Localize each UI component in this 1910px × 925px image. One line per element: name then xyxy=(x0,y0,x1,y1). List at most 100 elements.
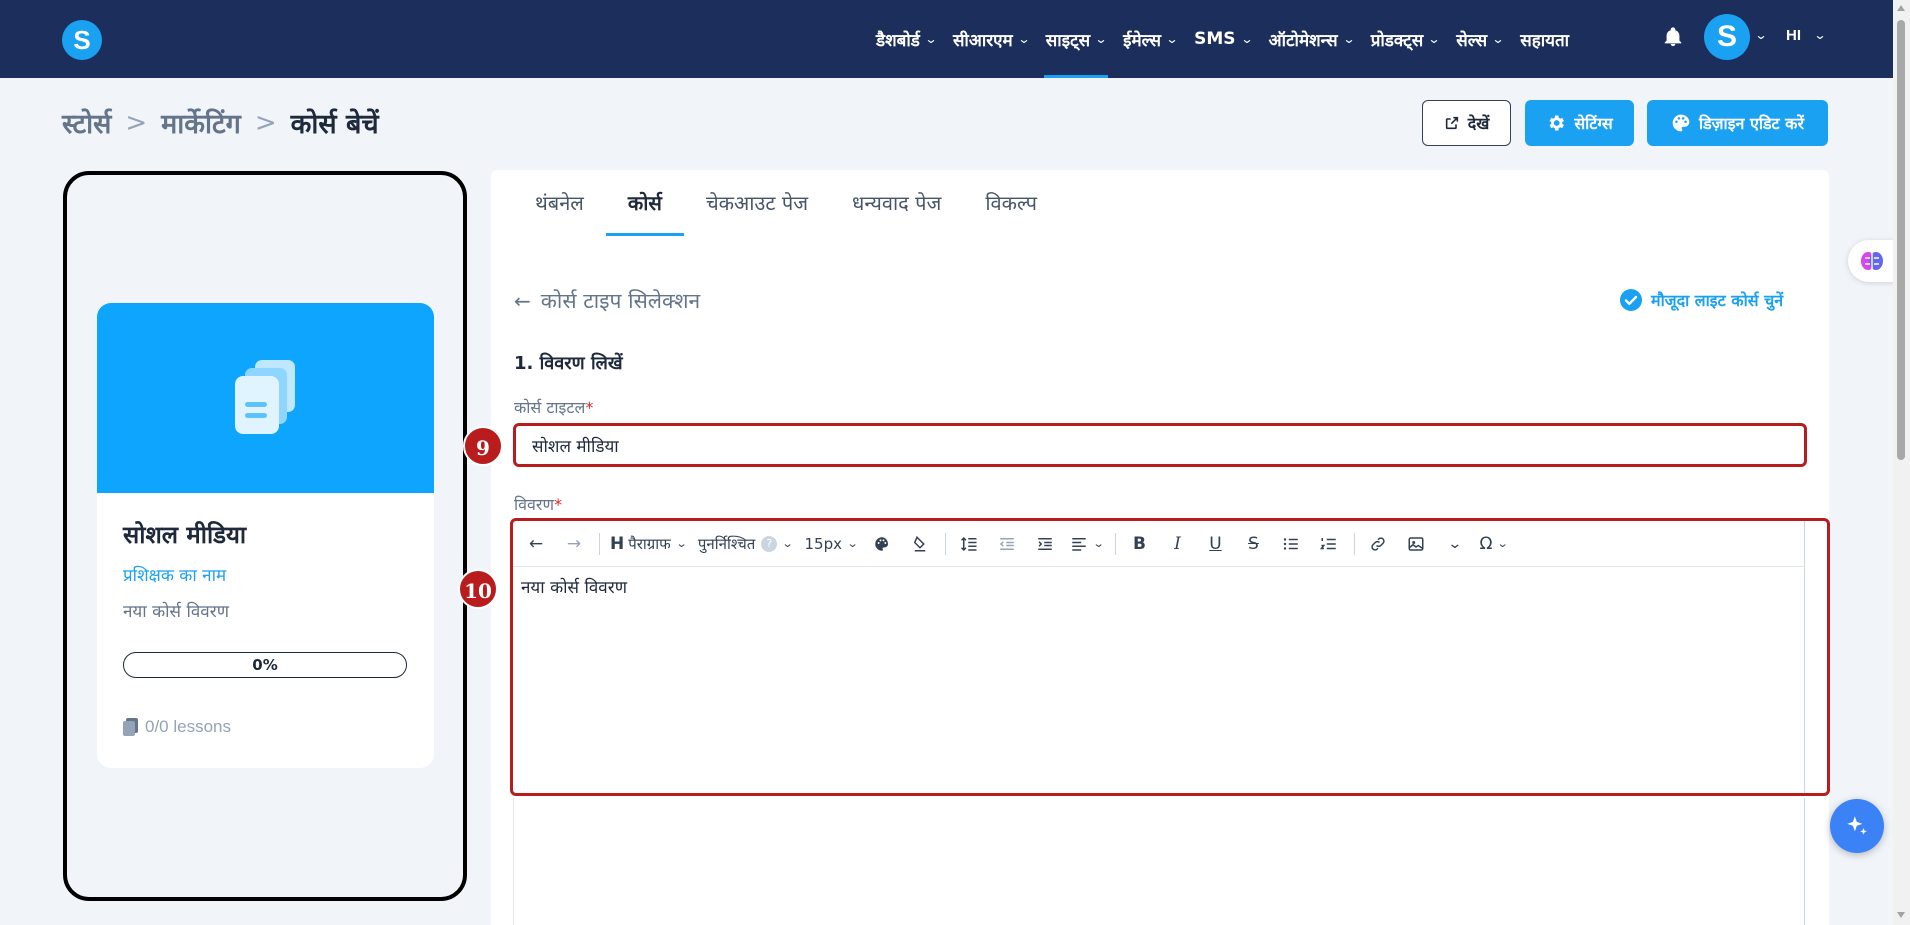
external-link-icon xyxy=(1445,116,1458,130)
palette-icon xyxy=(1672,114,1690,132)
chevron-down-icon: ⌄ xyxy=(924,32,938,46)
nav-automations[interactable]: ऑटोमेशन्स ⌄ xyxy=(1269,0,1356,78)
required-asterisk: * xyxy=(554,495,563,514)
reuse-dropdown-label: पुनर्निश्चित xyxy=(697,534,756,553)
nav-products-label: प्रोडक्ट्स xyxy=(1370,30,1424,51)
ai-assistant-button[interactable] xyxy=(1830,799,1884,853)
settings-button-label: सेटिंग्स xyxy=(1574,114,1613,133)
course-title-input[interactable]: सोशल मीडिया xyxy=(513,423,1807,467)
chevron-down-icon: ⌄ xyxy=(1342,32,1356,46)
chevron-down-icon: ⌄ xyxy=(781,537,794,550)
breadcrumb-marketing[interactable]: मार्केटिंग xyxy=(161,104,241,141)
description-label: विवरण* xyxy=(514,493,562,515)
bullet-list-icon[interactable] xyxy=(1278,529,1304,559)
font-size-dropdown[interactable]: 15px ⌄ xyxy=(804,529,859,559)
redo-icon[interactable]: → xyxy=(561,529,587,559)
text-color-icon[interactable] xyxy=(869,529,895,559)
nav-sites-label: साइट्स xyxy=(1045,30,1091,51)
description-rich-text-editor[interactable]: ← → H पैराग्राफ ⌄ पुनर्निश्चित? ⌄ 15px ⌄ ⌄ B… xyxy=(510,518,1830,796)
font-size-value: 15px xyxy=(804,534,843,553)
select-existing-course-link[interactable]: मौजूदा लाइट कोर्स चुनें xyxy=(1619,288,1783,312)
breadcrumb-current: कोर्स बेचें xyxy=(290,109,379,140)
omega-icon: Ω xyxy=(1479,533,1493,554)
italic-icon[interactable]: I xyxy=(1164,529,1190,559)
chevron-down-icon: ⌄ xyxy=(1094,32,1108,46)
tab-thank-you-page[interactable]: धन्यवाद पेज xyxy=(830,170,963,235)
app-logo[interactable]: S xyxy=(62,20,102,60)
chevron-down-icon: ⌄ xyxy=(846,537,859,550)
toolbar-divider xyxy=(945,532,947,555)
view-button-label: देखें xyxy=(1467,114,1490,133)
scroll-down-arrow-icon[interactable] xyxy=(1897,912,1905,918)
preview-course-description: नया कोर्स विवरण xyxy=(123,602,230,622)
main-nav: डैशबोर्ड ⌄ सीआरएम ⌄ साइट्स ⌄ ईमेल्स ⌄ SMS ⌄ ऑ… xyxy=(876,0,1586,78)
more-dropdown-chevron-icon[interactable]: ⌄ xyxy=(1441,529,1467,559)
special-character-dropdown[interactable]: Ω ⌄ xyxy=(1479,529,1509,559)
chevron-down-icon: ⌄ xyxy=(675,537,688,550)
outdent-icon[interactable] xyxy=(994,529,1020,559)
numbered-list-icon[interactable] xyxy=(1316,529,1342,559)
tab-options[interactable]: विकल्प xyxy=(963,170,1059,235)
chevron-down-icon: ⌄ xyxy=(1240,32,1254,46)
design-edit-button[interactable]: डिज़ाइन एडिट करें xyxy=(1647,100,1828,146)
nav-sites[interactable]: साइट्स ⌄ xyxy=(1043,0,1109,78)
user-avatar[interactable]: S xyxy=(1704,14,1750,60)
nav-crm[interactable]: सीआरएम ⌄ xyxy=(953,0,1030,78)
editor-toolbar: ← → H पैराग्राफ ⌄ पुनर्निश्चित? ⌄ 15px ⌄ ⌄ B… xyxy=(513,521,1805,567)
heading-icon: H xyxy=(610,533,625,554)
tab-course[interactable]: कोर्स xyxy=(605,170,685,236)
chevron-down-icon[interactable]: ⌄ xyxy=(1754,28,1767,42)
help-icon: ? xyxy=(761,535,778,552)
bell-icon[interactable] xyxy=(1662,25,1684,49)
description-editor-content[interactable]: नया कोर्स विवरण xyxy=(521,575,627,598)
arrow-left-icon: ← xyxy=(514,289,531,313)
chevron-down-icon: ⌄ xyxy=(1446,535,1463,552)
back-link-label: कोर्स टाइप सिलेक्शन xyxy=(540,289,701,313)
documents-icon xyxy=(235,360,295,434)
nav-sms[interactable]: SMS ⌄ xyxy=(1194,0,1254,78)
nav-sales[interactable]: सेल्स ⌄ xyxy=(1456,0,1505,78)
heading-dropdown[interactable]: H पैराग्राफ ⌄ xyxy=(610,529,688,559)
toolbar-divider xyxy=(1115,532,1117,555)
nav-emails[interactable]: ईमेल्स ⌄ xyxy=(1123,0,1178,78)
reuse-dropdown[interactable]: पुनर्निश्चित? ⌄ xyxy=(697,529,794,559)
underline-icon[interactable]: U xyxy=(1202,529,1228,559)
highlight-color-icon[interactable] xyxy=(907,529,933,559)
toolbar-divider xyxy=(599,532,600,555)
ai-brain-button[interactable] xyxy=(1848,240,1896,282)
indent-icon[interactable] xyxy=(1032,529,1058,559)
nav-products[interactable]: प्रोडक्ट्स ⌄ xyxy=(1370,0,1441,78)
bold-icon[interactable]: B xyxy=(1126,529,1152,559)
align-dropdown[interactable]: ⌄ xyxy=(1070,529,1105,559)
tab-checkout-page[interactable]: चेकआउट पेज xyxy=(684,170,830,235)
step-badge-title: 9 xyxy=(463,426,503,466)
strikethrough-icon[interactable]: S xyxy=(1240,529,1266,559)
course-thumbnail xyxy=(97,303,434,493)
back-to-course-type-link[interactable]: ← कोर्स टाइप सिलेक्शन xyxy=(514,287,700,315)
image-icon[interactable] xyxy=(1403,529,1429,559)
settings-button[interactable]: सेटिंग्स xyxy=(1525,100,1634,146)
chevron-down-icon: ⌄ xyxy=(1092,537,1105,550)
select-existing-course-label: मौजूदा लाइट कोर्स चुनें xyxy=(1651,291,1784,310)
line-height-icon[interactable] xyxy=(956,529,982,559)
breadcrumb-stores[interactable]: स्टोर्स xyxy=(62,104,111,141)
page-scrollbar[interactable] xyxy=(1893,0,1910,925)
undo-icon[interactable]: ← xyxy=(523,529,549,559)
brain-icon xyxy=(1861,252,1883,270)
view-button[interactable]: देखें xyxy=(1422,100,1511,146)
breadcrumb-separator: > xyxy=(125,107,148,138)
scroll-up-arrow-icon[interactable] xyxy=(1897,5,1905,11)
link-icon[interactable] xyxy=(1365,529,1391,559)
course-preview-card: सोशल मीडिया प्रशिक्षक का नाम नया कोर्स व… xyxy=(97,303,434,768)
course-title-value: सोशल मीडिया xyxy=(532,436,619,457)
nav-dashboard[interactable]: डैशबोर्ड ⌄ xyxy=(876,0,938,78)
editor-extended-area xyxy=(513,798,1805,925)
language-selector[interactable]: HI xyxy=(1786,27,1801,44)
nav-help[interactable]: सहायता xyxy=(1520,0,1569,78)
chevron-down-icon: ⌄ xyxy=(1491,32,1505,46)
scrollbar-thumb[interactable] xyxy=(1897,20,1905,460)
check-circle-icon xyxy=(1620,289,1642,311)
tab-thumbnail[interactable]: थंबनेल xyxy=(535,170,606,235)
section-title: 1. विवरण लिखें xyxy=(514,353,623,374)
chevron-down-icon[interactable]: ⌄ xyxy=(1813,28,1826,42)
